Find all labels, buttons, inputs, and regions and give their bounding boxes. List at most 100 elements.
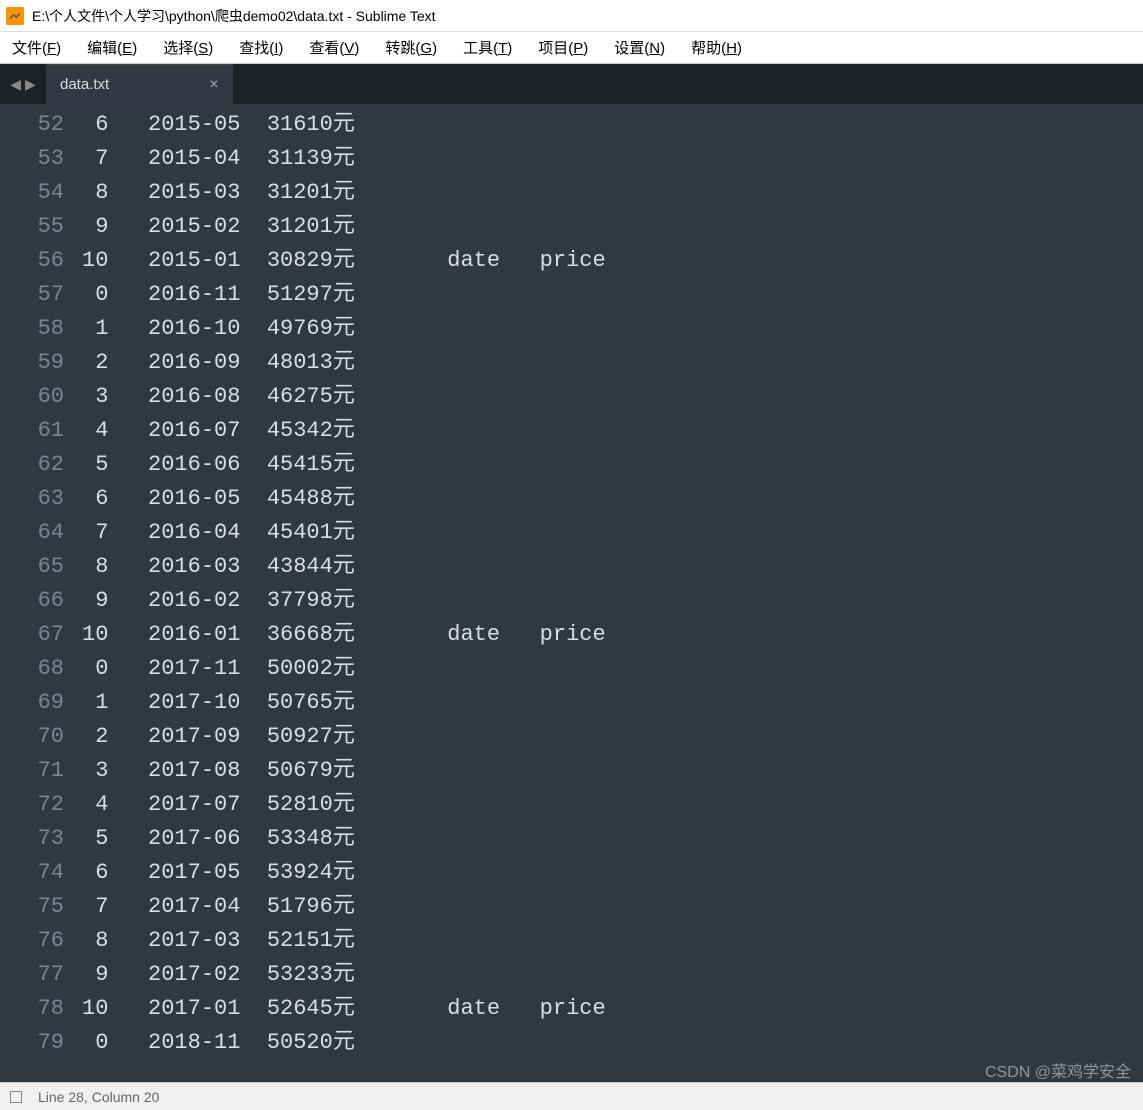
editor-line: 64 7 2016-04 45401元 — [0, 516, 1143, 550]
tab-data-txt[interactable]: data.txt × — [46, 64, 233, 104]
line-number: 60 — [0, 380, 82, 414]
line-content: 0 2016-11 51297元 — [82, 278, 355, 312]
status-bar: Line 28, Column 20 — [0, 1082, 1143, 1110]
menu-item-3[interactable]: 查找(I) — [235, 35, 287, 60]
line-number: 71 — [0, 754, 82, 788]
line-content: 8 2015-03 31201元 — [82, 176, 355, 210]
line-number: 53 — [0, 142, 82, 176]
editor-line: 63 6 2016-05 45488元 — [0, 482, 1143, 516]
line-number: 73 — [0, 822, 82, 856]
editor-line: 74 6 2017-05 53924元 — [0, 856, 1143, 890]
line-number: 55 — [0, 210, 82, 244]
line-content: 1 2016-10 49769元 — [82, 312, 355, 346]
menu-item-8[interactable]: 设置(N) — [610, 35, 669, 60]
line-content: 4 2017-07 52810元 — [82, 788, 355, 822]
line-number: 65 — [0, 550, 82, 584]
line-content: 9 2015-02 31201元 — [82, 210, 355, 244]
line-content: 9 2016-02 37798元 — [82, 584, 355, 618]
editor-line: 57 0 2016-11 51297元 — [0, 278, 1143, 312]
line-content: 2 2016-09 48013元 — [82, 346, 355, 380]
menu-item-5[interactable]: 转跳(G) — [381, 35, 441, 60]
menu-bar: 文件(F) 编辑(E) 选择(S) 查找(I) 查看(V) 转跳(G) 工具(T) 项目(P)… — [0, 32, 1143, 64]
editor-line: 75 7 2017-04 51796元 — [0, 890, 1143, 924]
window-title: E:\个人文件\个人学习\python\爬虫demo02\data.txt - … — [32, 6, 436, 26]
menu-item-2[interactable]: 选择(S) — [159, 35, 217, 60]
line-content: 0 2017-11 50002元 — [82, 652, 355, 686]
line-number: 58 — [0, 312, 82, 346]
menu-item-9[interactable]: 帮助(H) — [687, 35, 746, 60]
line-number: 57 — [0, 278, 82, 312]
menu-item-6[interactable]: 工具(T) — [459, 35, 516, 60]
line-number: 52 — [0, 108, 82, 142]
line-content: 7 2017-04 51796元 — [82, 890, 355, 924]
line-number: 72 — [0, 788, 82, 822]
editor-line: 79 0 2018-11 50520元 — [0, 1026, 1143, 1060]
window-titlebar: E:\个人文件\个人学习\python\爬虫demo02\data.txt - … — [0, 0, 1143, 32]
line-content: 4 2016-07 45342元 — [82, 414, 355, 448]
line-number: 64 — [0, 516, 82, 550]
line-content: 6 2015-05 31610元 — [82, 108, 355, 142]
editor-line: 52 6 2015-05 31610元 — [0, 108, 1143, 142]
line-number: 77 — [0, 958, 82, 992]
editor-line: 65 8 2016-03 43844元 — [0, 550, 1143, 584]
line-number: 63 — [0, 482, 82, 516]
editor-line: 61 4 2016-07 45342元 — [0, 414, 1143, 448]
editor-line: 62 5 2016-06 45415元 — [0, 448, 1143, 482]
line-number: 78 — [0, 992, 82, 1026]
line-content: 10 2015-01 30829元 date price — [82, 244, 606, 278]
line-number: 54 — [0, 176, 82, 210]
line-content: 6 2017-05 53924元 — [82, 856, 355, 890]
editor-line: 68 0 2017-11 50002元 — [0, 652, 1143, 686]
nav-right-icon[interactable]: ▶ — [25, 76, 36, 93]
status-text: Line 28, Column 20 — [38, 1089, 159, 1105]
line-content: 8 2017-03 52151元 — [82, 924, 355, 958]
editor-line: 53 7 2015-04 31139元 — [0, 142, 1143, 176]
editor-line: 71 3 2017-08 50679元 — [0, 754, 1143, 788]
editor-line: 55 9 2015-02 31201元 — [0, 210, 1143, 244]
editor-line: 73 5 2017-06 53348元 — [0, 822, 1143, 856]
line-number: 76 — [0, 924, 82, 958]
editor-line: 70 2 2017-09 50927元 — [0, 720, 1143, 754]
line-content: 3 2017-08 50679元 — [82, 754, 355, 788]
editor-line: 77 9 2017-02 53233元 — [0, 958, 1143, 992]
line-content: 5 2017-06 53348元 — [82, 822, 355, 856]
status-box-icon[interactable] — [10, 1091, 22, 1103]
line-content: 10 2017-01 52645元 date price — [82, 992, 606, 1026]
menu-item-0[interactable]: 文件(F) — [8, 35, 65, 60]
editor-line: 54 8 2015-03 31201元 — [0, 176, 1143, 210]
editor-line: 69 1 2017-10 50765元 — [0, 686, 1143, 720]
line-content: 7 2015-04 31139元 — [82, 142, 355, 176]
tab-nav-arrows: ◀ ▶ — [0, 64, 46, 104]
editor-line: 72 4 2017-07 52810元 — [0, 788, 1143, 822]
line-number: 75 — [0, 890, 82, 924]
line-content: 6 2016-05 45488元 — [82, 482, 355, 516]
menu-item-7[interactable]: 项目(P) — [534, 35, 592, 60]
line-content: 5 2016-06 45415元 — [82, 448, 355, 482]
editor-line: 66 9 2016-02 37798元 — [0, 584, 1143, 618]
line-number: 69 — [0, 686, 82, 720]
editor-line: 76 8 2017-03 52151元 — [0, 924, 1143, 958]
line-number: 70 — [0, 720, 82, 754]
app-icon — [6, 7, 24, 25]
editor-line: 60 3 2016-08 46275元 — [0, 380, 1143, 414]
line-number: 79 — [0, 1026, 82, 1060]
menu-item-4[interactable]: 查看(V) — [305, 35, 363, 60]
editor-line: 6710 2016-01 36668元 date price — [0, 618, 1143, 652]
menu-item-1[interactable]: 编辑(E) — [83, 35, 141, 60]
line-content: 2 2017-09 50927元 — [82, 720, 355, 754]
line-number: 59 — [0, 346, 82, 380]
nav-left-icon[interactable]: ◀ — [10, 76, 21, 93]
line-content: 0 2018-11 50520元 — [82, 1026, 355, 1060]
line-number: 66 — [0, 584, 82, 618]
line-content: 7 2016-04 45401元 — [82, 516, 355, 550]
editor-line: 58 1 2016-10 49769元 — [0, 312, 1143, 346]
editor-line: 59 2 2016-09 48013元 — [0, 346, 1143, 380]
line-content: 10 2016-01 36668元 date price — [82, 618, 606, 652]
line-content: 3 2016-08 46275元 — [82, 380, 355, 414]
close-icon[interactable]: × — [209, 76, 218, 94]
editor-area[interactable]: 52 6 2015-05 31610元53 7 2015-04 31139元54… — [0, 104, 1143, 1082]
editor-line: 7810 2017-01 52645元 date price — [0, 992, 1143, 1026]
line-number: 68 — [0, 652, 82, 686]
editor-line: 5610 2015-01 30829元 date price — [0, 244, 1143, 278]
line-number: 62 — [0, 448, 82, 482]
